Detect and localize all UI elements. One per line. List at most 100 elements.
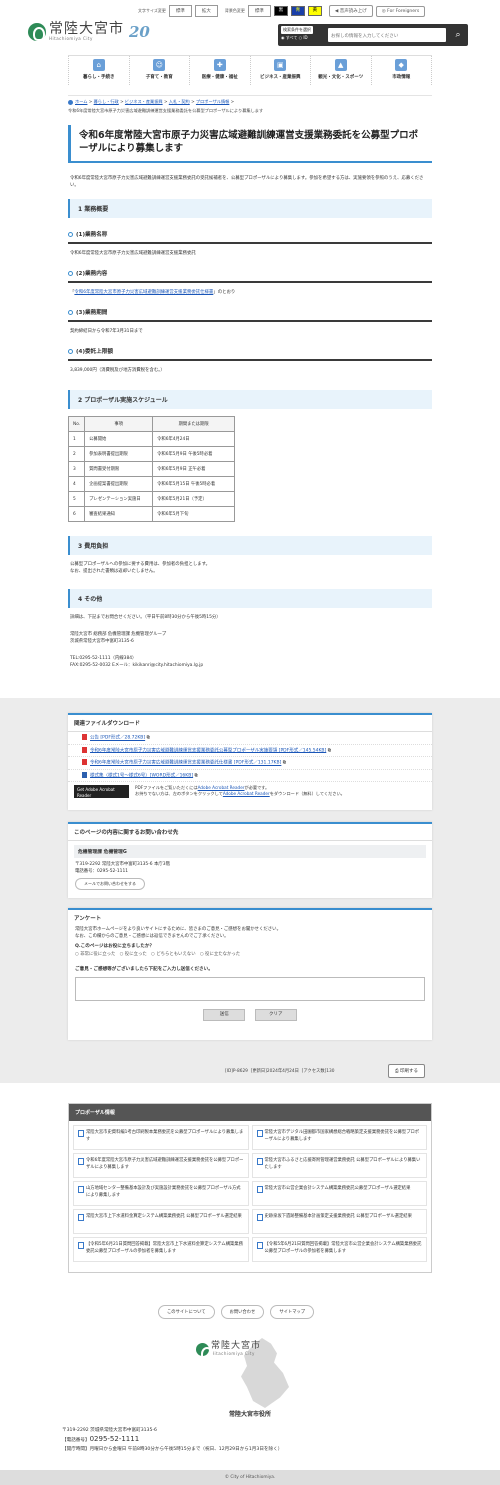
footer-about-link[interactable]: このサイトについて	[158, 1305, 215, 1319]
submit-button[interactable]: 送信	[203, 1009, 246, 1021]
survey-option-label: 非常に役に立った	[80, 952, 116, 957]
proposal-item[interactable]: 常陸大宮市史資料編1考古印刷製本業務委託を公募型プロポーザルにより募集します	[73, 1125, 249, 1150]
adobe-notice: Get Adobe Acrobat Reader PDFファイルをご覧いただくに…	[68, 782, 432, 801]
copyright: © City of Hitachiomiya.	[0, 1470, 500, 1485]
home-icon	[68, 99, 73, 105]
adobe-text-2: お持ちでない方は、左のボタンをクリックして	[135, 791, 223, 796]
table-cell: 2	[67, 446, 86, 462]
download-link[interactable]: 様式集（様式1号～様式6号）[WORD形式／16KB]	[90, 773, 193, 778]
survey-option[interactable]: ○ どちらともいえない	[151, 952, 196, 957]
breadcrumb-bid[interactable]: 入札・契約	[169, 99, 190, 104]
subsection-heading: (1)業務名称	[68, 230, 432, 244]
breadcrumb-living[interactable]: 暮らし・行政	[94, 99, 119, 104]
contact-line: 茨城県常陸大宮市中富町3135-6	[70, 639, 134, 644]
proposal-item[interactable]: 史跡泉坂下遺跡整備基本計画策定支援業務委託 公募型プロポーザル選定結果	[251, 1209, 427, 1234]
proposal-item[interactable]: 常陸大宮市公営企業会計システム構築業務委託公募型プロポーザル選定結果	[251, 1181, 427, 1206]
proposal-item[interactable]: 【令和5年6月21日質問回答掲載】常陸大宮市上下水道料金算定システム構築業務委託…	[73, 1237, 249, 1262]
utility-bar: 文字サイズ変更 標準 拡大 背景色変更 標準 黒 青 黄 ◀ 音声読み上げ ◎ …	[138, 5, 426, 17]
adobe-link[interactable]: Adobe Acrobat Reader	[198, 785, 245, 790]
survey-text-1: 常陸大宮市ホームページをより良いサイトにするために、皆さまのご意見・ご感想をお聞…	[75, 927, 281, 932]
color-standard-button[interactable]: 標準	[247, 5, 271, 17]
intro-text: 令和6年度常陸大宮市原子力災害広域避難訓練運営支援業務委託の受託候補者を、公募型…	[70, 176, 424, 188]
proposal-item[interactable]: 令和6年度常陸大宮市原子力災害広域避難訓練運営支援業務委託を公募型プロポーザルに…	[73, 1153, 249, 1178]
gnav-tourism[interactable]: ▲ 観光・文化・スポーツ	[311, 56, 372, 85]
breadcrumb: ホーム > 暮らし・行政 > ビジネス・産業振興 > 入札・契約 > プロポーザ…	[68, 95, 432, 115]
pdf-icon	[82, 734, 87, 740]
adobe-text-2-post: をダウンロード（無料）してください。	[269, 791, 345, 796]
radio-id[interactable]: ○ ID	[299, 35, 308, 40]
footer-tel-line: 【電話番号】0295-52-1111	[62, 1435, 282, 1445]
print-button[interactable]: ⎙ 印刷する	[388, 1064, 426, 1078]
clear-button[interactable]: クリア	[254, 1009, 297, 1021]
color-yellow-button[interactable]: 黄	[307, 6, 322, 16]
survey-comment-textarea[interactable]	[75, 977, 425, 1001]
color-black-button[interactable]: 黒	[273, 6, 288, 16]
survey-option[interactable]: ○ 役に立った	[120, 952, 147, 957]
table-cell: 4	[67, 476, 86, 492]
table-row: 4 企画提案書提出期限 令和6年5月15日 午後5時必着	[67, 476, 236, 492]
quote-close: 」のとおり	[213, 290, 236, 295]
color-blue-button[interactable]: 青	[290, 6, 305, 16]
pdf-icon	[82, 759, 87, 765]
footer-logo-sub: Hitachiomiya City	[211, 1351, 255, 1356]
search-icon[interactable]: ⌕	[451, 28, 465, 42]
survey-option-label: 役に立った	[124, 952, 147, 957]
survey-text-2: なお、この欄からのご意見・ご感想には返信できませんのでご了承ください。	[75, 934, 229, 939]
table-row: 5 プレゼンテーション実施日 令和6年5月21日（予定）	[67, 491, 236, 507]
proposal-item[interactable]: 【令和5年6月21日質問回答掲載】常陸大宮市公営企業会計システム構築業務委託公募…	[251, 1237, 427, 1262]
subsection-title: (4)委託上限額	[76, 349, 113, 355]
spec-link[interactable]: 令和6年度常陸大宮市原子力災害広域避難訓練運営支援業務委託仕様書	[74, 290, 213, 295]
global-nav: ⌂ 暮らし・手続き ☺ 子育て・教育 ✚ 医療・健康・福祉 ▣ ビジネス・産業振興 ▲ 観…	[68, 55, 432, 85]
contact-tel: 電話番号：0295-52-1111	[75, 869, 129, 874]
voice-read-button[interactable]: ◀ 音声読み上げ	[328, 5, 373, 17]
download-item[interactable]: 様式集（様式1号～様式6号）[WORD形式／16KB] ⧉	[68, 770, 432, 782]
download-item[interactable]: 令和6年度常陸大宮市原子力災害広域避難訓練運営支援業務委託公募型プロポーザル実施…	[68, 745, 432, 757]
footer-sitemap-link[interactable]: サイトマップ	[270, 1305, 315, 1319]
external-icon: ⧉	[146, 735, 150, 741]
breadcrumb-home[interactable]: ホーム	[75, 99, 87, 104]
breadcrumb-business[interactable]: ビジネス・産業振興	[125, 99, 163, 104]
gnav-living[interactable]: ⌂ 暮らし・手続き	[68, 56, 130, 85]
mail-contact-button[interactable]: メールでお問い合わせをする	[75, 878, 145, 890]
downloads-box: 関連ファイルダウンロード 公告 [PDF形式／28.72KB] ⧉ 令和6年度常…	[68, 713, 432, 810]
survey-option[interactable]: ○ 非常に役に立った	[75, 952, 115, 957]
font-standard-button[interactable]: 標準	[168, 5, 192, 17]
radio-all[interactable]: ◉ すべて	[281, 35, 297, 40]
foreigners-button[interactable]: ◎ For Foreigners	[375, 5, 426, 17]
download-item[interactable]: 公告 [PDF形式／28.72KB] ⧉	[68, 732, 432, 745]
font-size-label: 文字サイズ変更	[138, 8, 166, 13]
adobe-link-2[interactable]: Adobe Acrobat Reader	[223, 791, 270, 796]
gnav-medical[interactable]: ✚ 医療・健康・福祉	[190, 56, 251, 85]
subsection-heading: (2)業務内容	[68, 269, 432, 283]
download-link[interactable]: 公告 [PDF形式／28.72KB]	[90, 736, 145, 741]
footer-nav: このサイトについて お問い合わせ サイトマップ	[158, 1305, 315, 1319]
table-row: 3 質問書受付期限 令和6年5月9日 正午必着	[67, 461, 236, 477]
circle-icon	[68, 309, 73, 315]
survey-question: Q.このページはお役に立ちましたか？	[75, 944, 155, 949]
site-header: 常陸大宮市 Hitachiomiya City 20 文字サイズ変更 標準 拡大…	[0, 0, 500, 50]
download-link[interactable]: 令和6年度常陸大宮市原子力災害広域避難訓練運営支援業務委託公募型プロポーザル実施…	[90, 748, 326, 753]
download-item[interactable]: 令和6年度常陸大宮市原子力災害広域避難訓練運営支援業務委託仕様書 [PDF形式／…	[68, 757, 432, 770]
adobe-text-1: PDFファイルをご覧いただくには	[135, 785, 198, 790]
font-large-button[interactable]: 拡大	[194, 5, 218, 17]
survey-option[interactable]: ○ 役に立たなかった	[200, 952, 240, 957]
footer-logo: 常陸大宮市 Hitachiomiya City	[196, 1342, 261, 1361]
adobe-reader-button[interactable]: Get Adobe Acrobat Reader	[74, 785, 129, 798]
footer-contact-link[interactable]: お問い合わせ	[220, 1305, 265, 1319]
table-cell: 3	[67, 461, 86, 477]
gnav-child[interactable]: ☺ 子育て・教育	[130, 56, 190, 85]
gnav-cityhall[interactable]: ◆ 市政情報	[372, 56, 432, 85]
download-link[interactable]: 令和6年度常陸大宮市原子力災害広域避難訓練運営支援業務委託仕様書 [PDF形式／…	[90, 761, 281, 766]
proposal-item[interactable]: 常陸大宮市ふるさと応援寄附管理運営業務委託 公募型プロポーザルにより募集いたしま…	[251, 1153, 427, 1178]
proposal-item[interactable]: 常陸大宮市デジタル田園都市国家構想総合戦略策定支援業務委託を公募型プロポーザルに…	[251, 1125, 427, 1150]
breadcrumb-proposal[interactable]: プロポーザル情報	[196, 99, 229, 104]
proposal-item[interactable]: 常陸大宮市上下水道料金算定システム構築業務委託 公募型プロポーザル選定結果	[73, 1209, 249, 1234]
proposal-title: プロポーザル情報	[69, 1104, 431, 1121]
proposal-item[interactable]: 山方地域センター整備基本設計及び実施設計業務委託を公募型プロポーザル方式により募…	[73, 1181, 249, 1206]
site-logo[interactable]: 常陸大宮市 Hitachiomiya City 20	[28, 22, 150, 41]
search-input[interactable]	[328, 28, 446, 42]
color-label: 背景色変更	[224, 8, 245, 13]
gnav-living-label: 暮らし・手続き	[83, 75, 115, 80]
gnav-business[interactable]: ▣ ビジネス・産業振興	[251, 56, 311, 85]
search-condition-label: 検索条件を選択	[281, 26, 313, 34]
